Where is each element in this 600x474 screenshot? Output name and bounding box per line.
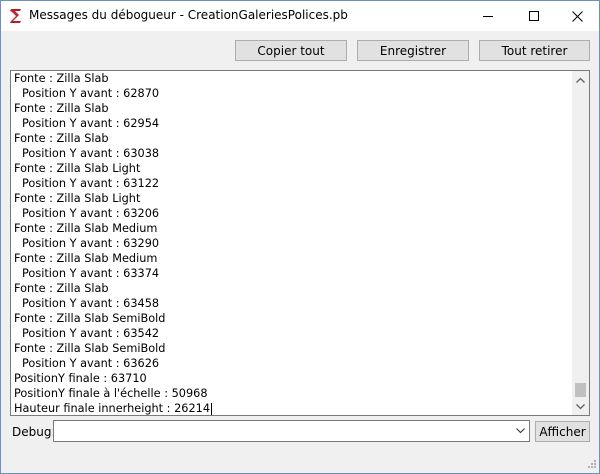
log-line: Fonte : Zilla Slab [14, 72, 109, 85]
log-line: Fonte : Zilla Slab Light [14, 162, 141, 175]
chevron-down-icon [576, 403, 585, 409]
log-line: Fonte : Zilla Slab [14, 132, 109, 145]
debug-input[interactable] [54, 421, 509, 441]
log-line: Position Y avant : 63626 [22, 357, 160, 370]
minimize-icon [483, 16, 493, 17]
log-line: Position Y avant : 62870 [22, 87, 160, 100]
log-line: Position Y avant : 63374 [22, 267, 160, 280]
debug-label: Debug: [12, 425, 56, 439]
combo-dropdown-button[interactable] [511, 421, 529, 441]
close-icon [571, 10, 583, 22]
log-line: Fonte : Zilla Slab Light [14, 192, 141, 205]
text-caret [211, 403, 213, 415]
log-line: Position Y avant : 63458 [22, 297, 160, 310]
purebasic-app-icon [10, 9, 21, 23]
show-button[interactable]: Afficher [535, 421, 590, 442]
log-line: Position Y avant : 62954 [22, 117, 160, 130]
scrollbar-thumb[interactable] [575, 383, 586, 397]
log-line: Hauteur finale innerheight : 26214 [14, 402, 213, 415]
maximize-button[interactable] [511, 1, 557, 31]
debugger-window: Messages du débogueur - CreationGaleries… [0, 0, 600, 474]
save-button[interactable]: Enregistrer [357, 40, 469, 61]
log-line: Fonte : Zilla Slab [14, 282, 109, 295]
maximize-icon [529, 11, 539, 21]
debug-combobox[interactable] [53, 420, 530, 442]
log-line: Position Y avant : 63290 [22, 237, 160, 250]
log-line: Position Y avant : 63038 [22, 147, 160, 160]
log-line: Position Y avant : 63122 [22, 177, 160, 190]
copy-all-button[interactable]: Copier tout [235, 40, 347, 61]
log-line: Fonte : Zilla Slab Medium [14, 222, 158, 235]
log-line: PositionY finale : 63710 [14, 372, 147, 385]
log-line: Position Y avant : 63206 [22, 207, 160, 220]
close-button[interactable] [554, 1, 600, 31]
resize-grip-icon[interactable] [585, 459, 597, 471]
window-title: Messages du débogueur - CreationGaleries… [29, 8, 348, 22]
title-bar[interactable]: Messages du débogueur - CreationGaleries… [1, 1, 599, 31]
log-line: Fonte : Zilla Slab SemiBold [14, 342, 166, 355]
log-line: Position Y avant : 63542 [22, 327, 160, 340]
chevron-down-icon [515, 428, 525, 434]
scroll-down-button[interactable] [572, 398, 589, 415]
minimize-button[interactable] [465, 1, 511, 31]
log-line: Fonte : Zilla Slab [14, 102, 109, 115]
chevron-up-icon [576, 77, 585, 83]
clear-all-button[interactable]: Tout retirer [479, 40, 590, 61]
scroll-up-button[interactable] [572, 71, 589, 88]
log-line: Fonte : Zilla Slab Medium [14, 252, 158, 265]
log-lines: Fonte : Zilla Slab Position Y avant : 628… [14, 71, 574, 415]
log-line: Fonte : Zilla Slab SemiBold [14, 312, 166, 325]
debug-output-list[interactable]: Fonte : Zilla Slab Position Y avant : 628… [10, 70, 590, 416]
vertical-scrollbar[interactable] [572, 71, 589, 415]
log-line: PositionY finale à l'échelle : 50968 [14, 387, 208, 400]
